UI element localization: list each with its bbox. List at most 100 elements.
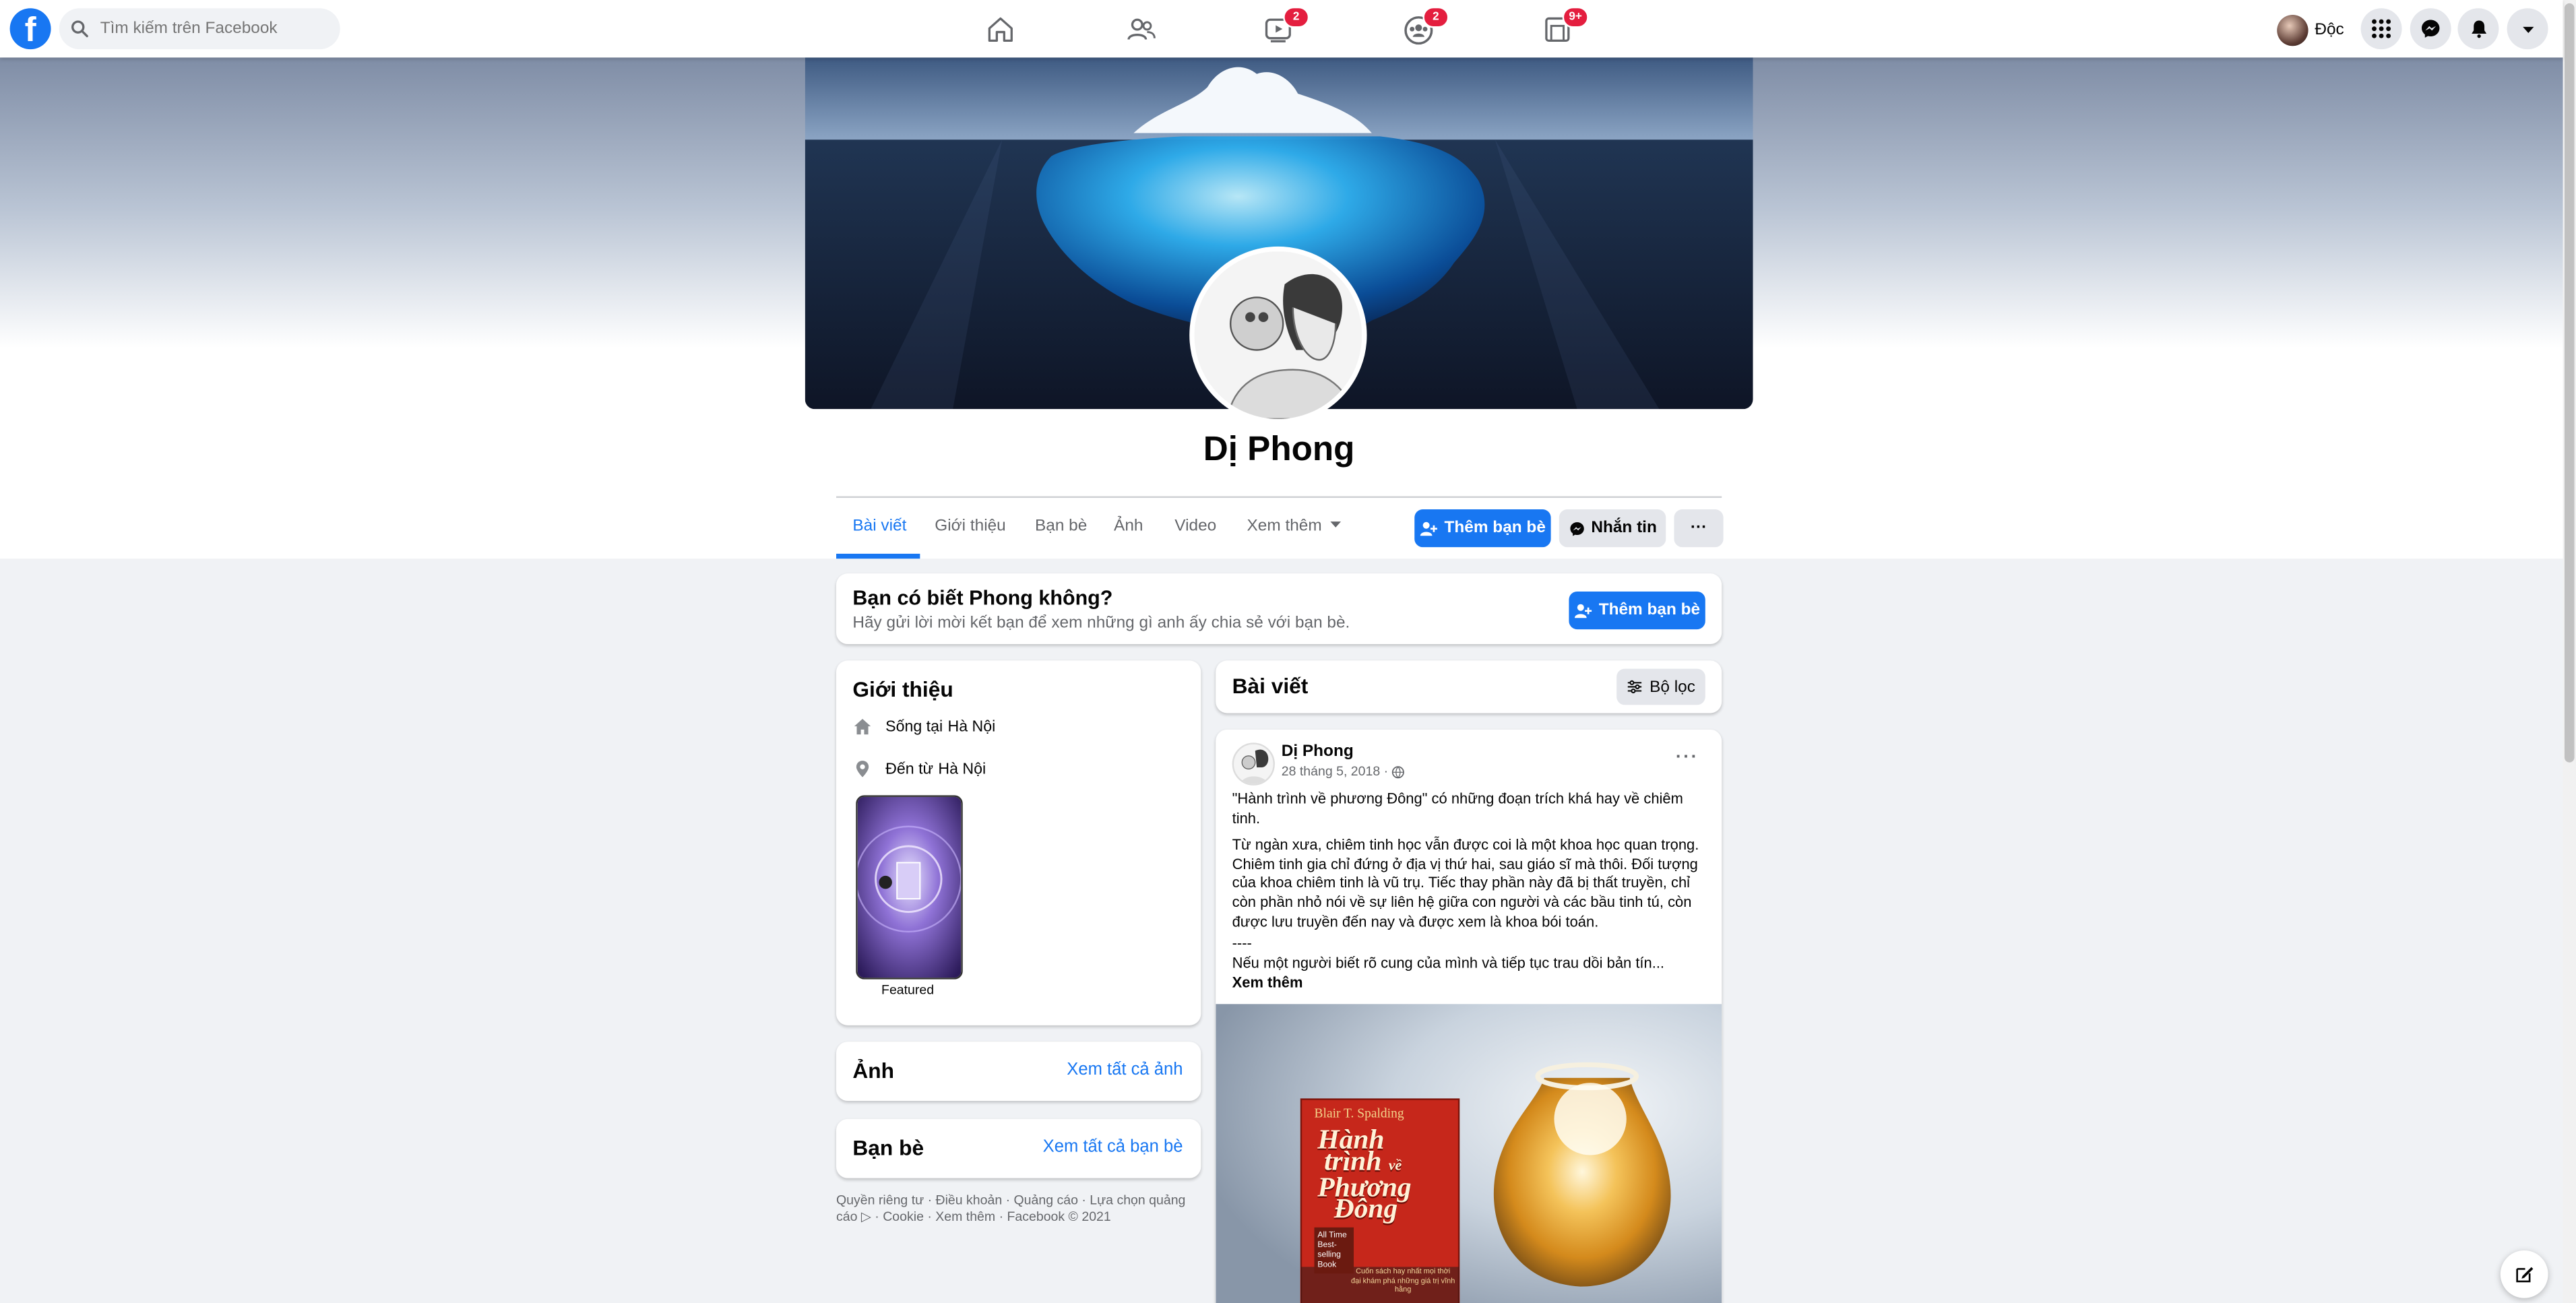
add-friend-label: Thêm bạn bè bbox=[1444, 519, 1546, 538]
more-dots-icon: ··· bbox=[1690, 519, 1707, 538]
user-name: Độc bbox=[2315, 20, 2344, 39]
post-options-button[interactable]: ··· bbox=[1676, 748, 1699, 767]
tab-videos[interactable]: Video bbox=[1174, 517, 1216, 536]
scrollbar-thumb[interactable] bbox=[2564, 3, 2575, 763]
search-icon bbox=[71, 20, 88, 38]
lives-city[interactable]: Hà Nội bbox=[948, 718, 996, 736]
portrait-sketch bbox=[1194, 251, 1362, 419]
filter-icon bbox=[1628, 680, 1642, 694]
post-image[interactable]: Blair T. Spalding Hành trình về Phương Đ… bbox=[1216, 1004, 1722, 1303]
add-friend-card-label: Thêm bạn bè bbox=[1598, 601, 1701, 620]
watch-tab[interactable]: 2 bbox=[1257, 6, 1310, 50]
intro-card: Giới thiệu Sống tại Hà Nội Đến từ Hà Nội bbox=[836, 660, 1201, 1025]
message-label: Nhắn tin bbox=[1591, 519, 1657, 538]
intro-title: Giới thiệu bbox=[852, 676, 953, 702]
post-author-avatar[interactable] bbox=[1232, 742, 1275, 786]
friends-icon bbox=[1127, 18, 1155, 40]
author-avatar-sketch bbox=[1240, 749, 1269, 784]
public-globe-icon bbox=[1391, 765, 1404, 778]
post-date[interactable]: 28 tháng 5, 2018 · bbox=[1282, 764, 1388, 779]
search-input[interactable] bbox=[96, 18, 334, 40]
gaming-badge: 9+ bbox=[1562, 6, 1589, 28]
footer-links[interactable]: Quyền riêng tư · Điều khoản · Quảng cáo … bbox=[836, 1193, 1201, 1226]
groups-badge: 2 bbox=[1422, 6, 1449, 28]
tarot-card-image bbox=[857, 796, 962, 978]
chevron-down-icon bbox=[1331, 521, 1342, 528]
post-paragraph-1: "Hành trình về phương Đông" có những đoạ… bbox=[1232, 790, 1683, 827]
tab-posts[interactable]: Bài viết bbox=[852, 517, 906, 536]
tab-more[interactable]: Xem thêm bbox=[1247, 517, 1343, 536]
book-tag: All Time Best-selling Book bbox=[1314, 1227, 1354, 1274]
book-author: Blair T. Spalding bbox=[1314, 1106, 1404, 1121]
footer-line-1[interactable]: Quyền riêng tư · Điều khoản · Quảng cáo … bbox=[836, 1193, 1201, 1209]
post-paragraph-4: Nếu một người biết rõ cung của mình và t… bbox=[1232, 954, 1665, 972]
add-friend-button[interactable]: Thêm bạn bè bbox=[1414, 509, 1551, 548]
menu-grid-icon bbox=[2372, 19, 2391, 38]
do-you-know-title: Bạn có biết Phong không? bbox=[852, 586, 1113, 610]
book-tagline: Cuốn sách hay nhất mọi thời đại khám phá… bbox=[1350, 1267, 1455, 1294]
filter-label: Bộ lọc bbox=[1650, 678, 1695, 696]
post-meta: 28 tháng 5, 2018 · bbox=[1282, 764, 1405, 779]
profile-shortcut[interactable]: Độc bbox=[2277, 11, 2344, 48]
tab-friends[interactable]: Bạn bè bbox=[1035, 517, 1087, 536]
post-see-more-link[interactable]: Xem thêm bbox=[1232, 974, 1709, 994]
see-all-photos-link[interactable]: Xem tất cả ảnh bbox=[1067, 1060, 1183, 1079]
tab-about[interactable]: Giới thiệu bbox=[935, 517, 1005, 536]
messenger-button[interactable] bbox=[2410, 8, 2451, 50]
friends-tab[interactable] bbox=[1119, 10, 1161, 50]
account-menu-button[interactable] bbox=[2507, 8, 2548, 50]
featured-label: Featured bbox=[881, 982, 935, 998]
footer-line-2[interactable]: cáo ▷ · Cookie · Xem thêm · Facebook © 2… bbox=[836, 1209, 1201, 1226]
friends-card: Bạn bè Xem tất cả bạn bè bbox=[836, 1118, 1201, 1178]
post-author[interactable]: Dị Phong bbox=[1282, 742, 1354, 761]
lives-prefix: Sống tại bbox=[885, 717, 943, 736]
avatar bbox=[2277, 13, 2308, 46]
profile-name: Dị Phong bbox=[1203, 430, 1355, 469]
featured-photo[interactable] bbox=[856, 795, 963, 980]
tab-divider bbox=[836, 496, 1722, 498]
message-button[interactable]: Nhắn tin bbox=[1559, 509, 1666, 548]
add-friend-button-card[interactable]: Thêm bạn bè bbox=[1569, 591, 1705, 630]
posts-header-card: Bài viết Bộ lọc bbox=[1216, 660, 1722, 713]
photos-title: Ảnh bbox=[852, 1058, 895, 1083]
active-tab-indicator bbox=[836, 553, 920, 559]
groups-tab[interactable]: 2 bbox=[1396, 6, 1449, 50]
posts-title: Bài viết bbox=[1232, 673, 1309, 699]
post-paragraph-3: ---- bbox=[1232, 934, 1252, 952]
post-paragraph-2: Từ ngàn xưa, chiêm tinh học vẫn được coi… bbox=[1232, 836, 1699, 930]
add-friend-icon bbox=[1575, 603, 1592, 618]
home-tab[interactable] bbox=[979, 10, 1022, 50]
profile-picture[interactable] bbox=[1189, 246, 1367, 424]
add-friend-icon bbox=[1420, 521, 1438, 536]
friends-title: Bạn bè bbox=[852, 1135, 924, 1160]
do-you-know-card: Bạn có biết Phong không? Hãy gửi lời mời… bbox=[836, 573, 1722, 645]
profile-more-button[interactable]: ··· bbox=[1674, 509, 1724, 548]
intro-from: Đến từ Hà Nội bbox=[852, 759, 986, 779]
from-prefix: Đến từ bbox=[885, 759, 934, 778]
menu-button[interactable] bbox=[2360, 8, 2402, 50]
notifications-button[interactable] bbox=[2457, 8, 2499, 50]
book-and-lamp-photo bbox=[1216, 1004, 1722, 1303]
home-icon bbox=[854, 718, 871, 735]
book-title: Hành trình về Phương Đông bbox=[1317, 1126, 1411, 1223]
new-message-button[interactable] bbox=[2500, 1250, 2548, 1298]
see-all-friends-link[interactable]: Xem tất cả bạn bè bbox=[1043, 1137, 1183, 1157]
messenger-icon bbox=[2422, 20, 2440, 38]
account-caret-icon bbox=[2521, 26, 2534, 32]
gaming-tab[interactable]: 9+ bbox=[1536, 6, 1589, 50]
tab-more-label: Xem thêm bbox=[1247, 517, 1322, 536]
messenger-icon bbox=[1569, 521, 1583, 536]
home-icon bbox=[988, 17, 1013, 42]
filter-button[interactable]: Bộ lọc bbox=[1616, 668, 1705, 705]
intro-lives-in: Sống tại Hà Nội bbox=[852, 716, 995, 736]
search-box[interactable] bbox=[59, 8, 340, 50]
facebook-logo[interactable]: f bbox=[9, 8, 51, 50]
notifications-icon bbox=[2470, 20, 2486, 38]
do-you-know-subtitle: Hãy gửi lời mời kết bạn để xem những gì … bbox=[852, 614, 1350, 633]
tab-photos[interactable]: Ảnh bbox=[1114, 517, 1143, 536]
page-scrollbar[interactable] bbox=[2563, 0, 2576, 1303]
from-city[interactable]: Hà Nội bbox=[938, 760, 986, 778]
book-title-word-3: về bbox=[1388, 1156, 1402, 1174]
top-navigation-bar: f 2 2 9+ Độc bbox=[0, 0, 2563, 58]
photos-card: Ảnh Xem tất cả ảnh bbox=[836, 1042, 1201, 1102]
